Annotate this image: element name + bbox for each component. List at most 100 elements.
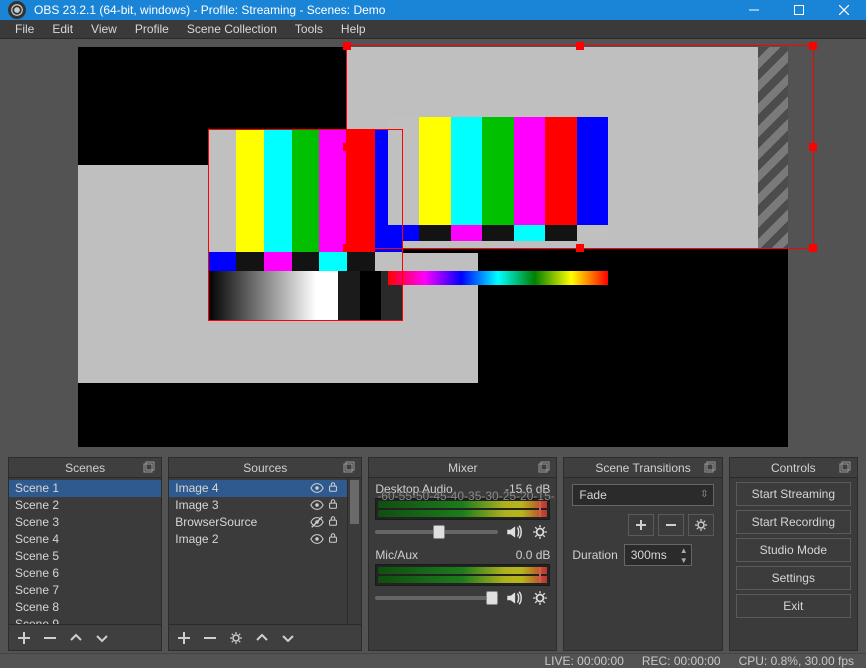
scene-row[interactable]: Scene 5 (9, 548, 161, 565)
source-down-button[interactable] (275, 627, 301, 649)
status-rec: REC: 00:00:00 (642, 654, 721, 668)
eye-icon[interactable] (310, 481, 324, 495)
scene-row[interactable]: Scene 2 (9, 497, 161, 514)
source-label: Image 3 (175, 498, 310, 512)
scene-row[interactable]: Scene 3 (9, 514, 161, 531)
mixer-title: Mixer (448, 461, 477, 475)
add-source-button[interactable] (171, 627, 197, 649)
scene-row[interactable]: Scene 6 (9, 565, 161, 582)
sources-list[interactable]: Image 4 Image 3 BrowserSource Image 2 (169, 478, 347, 624)
scene-label: Scene 5 (15, 549, 155, 563)
panels-row: Scenes Scene 1Scene 2Scene 3Scene 4Scene… (0, 453, 866, 653)
popout-icon[interactable] (538, 461, 552, 475)
window-title: OBS 23.2.1 (64-bit, windows) - Profile: … (34, 3, 731, 17)
scene-label: Scene 9 (15, 617, 155, 624)
scene-label: Scene 6 (15, 566, 155, 580)
menu-file[interactable]: File (6, 20, 43, 38)
settings-button[interactable]: Settings (736, 566, 851, 590)
source-row[interactable]: Image 3 (169, 497, 347, 514)
transitions-title: Scene Transitions (595, 461, 690, 475)
remove-source-button[interactable] (197, 627, 223, 649)
duration-value: 300ms (625, 545, 677, 565)
scene-up-button[interactable] (63, 627, 89, 649)
gear-icon[interactable] (530, 522, 550, 542)
lock-icon[interactable] (327, 532, 341, 546)
menu-tools[interactable]: Tools (286, 20, 332, 38)
mixer-panel: Mixer Desktop Audio -15.6 dB -60-55-50-4… (368, 457, 557, 651)
source-properties-button[interactable] (223, 627, 249, 649)
add-scene-button[interactable] (11, 627, 37, 649)
scene-row[interactable]: Scene 9 (9, 616, 161, 624)
menu-profile[interactable]: Profile (126, 20, 178, 38)
source-label: BrowserSource (175, 515, 310, 529)
popout-icon[interactable] (143, 461, 157, 475)
source-up-button[interactable] (249, 627, 275, 649)
start-streaming-button[interactable]: Start Streaming (736, 482, 851, 506)
lock-icon[interactable] (327, 481, 341, 495)
duration-label: Duration (572, 548, 617, 562)
spin-up-button[interactable]: ▲ (677, 545, 691, 555)
mixer-channel-db: 0.0 dB (516, 548, 551, 562)
preview-area (0, 39, 866, 453)
sources-scrollbar[interactable] (347, 478, 361, 624)
sources-title: Sources (243, 461, 287, 475)
speaker-icon[interactable] (504, 588, 524, 608)
exit-button[interactable]: Exit (736, 594, 851, 618)
controls-panel: Controls Start StreamingStart RecordingS… (729, 457, 858, 651)
preview-canvas[interactable] (78, 47, 788, 447)
transitions-panel: Scene Transitions Fade ⇳ Duration 300ms … (563, 457, 722, 651)
add-transition-button[interactable] (628, 514, 654, 536)
window-maximize-button[interactable] (776, 0, 821, 20)
scene-down-button[interactable] (89, 627, 115, 649)
transition-select[interactable]: Fade ⇳ (572, 484, 713, 506)
scene-row[interactable]: Scene 1 (9, 480, 161, 497)
app-icon (8, 1, 26, 19)
menu-view[interactable]: View (82, 20, 126, 38)
source-row[interactable]: Image 4 (169, 480, 347, 497)
transition-select-value: Fade (579, 488, 606, 502)
menu-scene-collection[interactable]: Scene Collection (178, 20, 286, 38)
window-close-button[interactable] (821, 0, 866, 20)
scene-row[interactable]: Scene 4 (9, 531, 161, 548)
status-live: LIVE: 00:00:00 (544, 654, 623, 668)
spin-down-button[interactable]: ▼ (677, 555, 691, 565)
start-recording-button[interactable]: Start Recording (736, 510, 851, 534)
source-row[interactable]: Image 2 (169, 531, 347, 548)
scenes-panel: Scenes Scene 1Scene 2Scene 3Scene 4Scene… (8, 457, 162, 651)
eye-icon[interactable] (310, 498, 324, 512)
volume-slider[interactable] (375, 596, 498, 600)
window-titlebar: OBS 23.2.1 (64-bit, windows) - Profile: … (0, 0, 866, 20)
source-label: Image 2 (175, 532, 310, 546)
menu-edit[interactable]: Edit (43, 20, 82, 38)
audio-meter: -60-55-50-45-40-35-30-25-20-15-10-50 (375, 498, 550, 520)
lock-icon[interactable] (327, 498, 341, 512)
mixer-channel: Desktop Audio -15.6 dB -60-55-50-45-40-3… (375, 482, 550, 542)
eye-off-icon[interactable] (310, 515, 324, 529)
speaker-icon[interactable] (504, 522, 524, 542)
duration-spinbox[interactable]: 300ms ▲ ▼ (624, 544, 692, 566)
audio-meter (375, 564, 550, 586)
gear-icon[interactable] (530, 588, 550, 608)
transition-settings-button[interactable] (688, 514, 714, 536)
scene-label: Scene 1 (15, 481, 155, 495)
volume-slider[interactable] (375, 530, 498, 534)
lock-icon[interactable] (327, 515, 341, 529)
scene-label: Scene 8 (15, 600, 155, 614)
sources-panel: Sources Image 4Image 3BrowserSourceImage… (168, 457, 362, 651)
mixer-channel: Mic/Aux 0.0 dB (375, 548, 550, 608)
source-label: Image 4 (175, 481, 310, 495)
remove-scene-button[interactable] (37, 627, 63, 649)
window-minimize-button[interactable] (731, 0, 776, 20)
remove-transition-button[interactable] (658, 514, 684, 536)
menu-help[interactable]: Help (332, 20, 375, 38)
studio-mode-button[interactable]: Studio Mode (736, 538, 851, 562)
scene-row[interactable]: Scene 8 (9, 599, 161, 616)
source-row[interactable]: BrowserSource (169, 514, 347, 531)
eye-icon[interactable] (310, 532, 324, 546)
chevron-updown-icon: ⇳ (700, 489, 708, 500)
scene-row[interactable]: Scene 7 (9, 582, 161, 599)
popout-icon[interactable] (839, 461, 853, 475)
popout-icon[interactable] (704, 461, 718, 475)
popout-icon[interactable] (343, 461, 357, 475)
scenes-list[interactable]: Scene 1 Scene 2Scene 3Scene 4Scene 5 Scene… (9, 478, 161, 624)
